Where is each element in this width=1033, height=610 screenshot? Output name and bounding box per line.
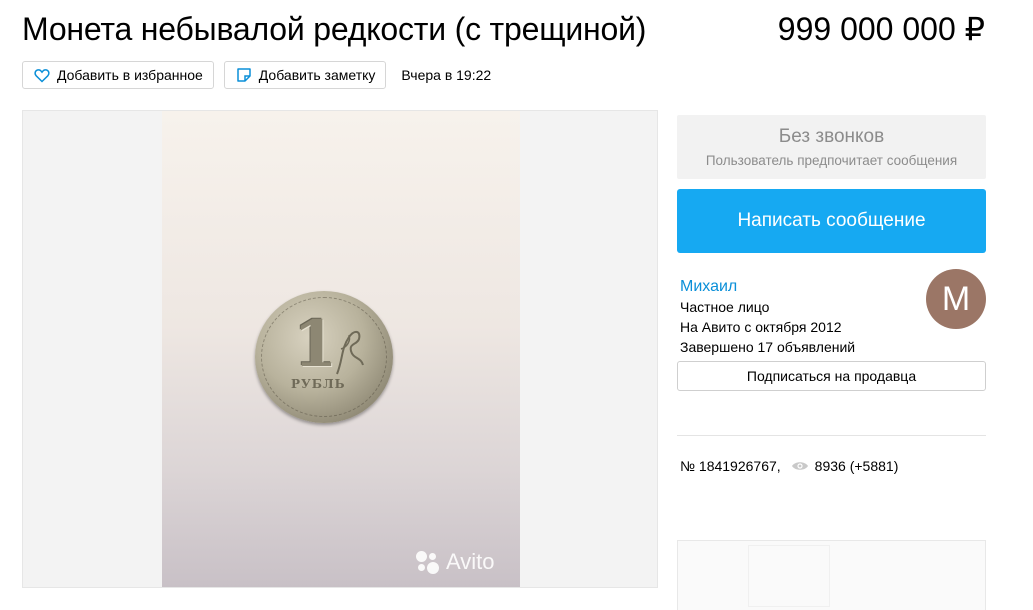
ad-banner-placeholder bbox=[748, 545, 830, 607]
add-to-favorites-label: Добавить в избранное bbox=[57, 67, 203, 83]
avito-watermark: Avito bbox=[414, 549, 495, 575]
listing-actions: Добавить в избранное Добавить заметку Вч… bbox=[22, 61, 491, 89]
coin-word: РУБЛЬ bbox=[291, 377, 346, 391]
divider bbox=[677, 435, 986, 436]
seller-completed: Завершено 17 объявлений bbox=[680, 339, 856, 355]
avatar[interactable]: M bbox=[926, 269, 986, 329]
no-calls-notice: Без звонков Пользователь предпочитает со… bbox=[677, 115, 986, 179]
listing-meta: № 1841926767, 8936 (+5881) bbox=[680, 458, 986, 474]
page-title: Монета небывалой редкости (с трещиной) bbox=[22, 11, 647, 47]
write-message-button[interactable]: Написать сообщение bbox=[677, 189, 986, 253]
add-note-button[interactable]: Добавить заметку bbox=[223, 61, 387, 89]
avito-logo-icon bbox=[414, 549, 440, 575]
avito-watermark-text: Avito bbox=[446, 549, 495, 574]
no-calls-title: Без звонков bbox=[778, 126, 885, 147]
eye-icon bbox=[791, 460, 809, 472]
add-to-favorites-button[interactable]: Добавить в избранное bbox=[22, 61, 214, 89]
posted-date: Вчера в 19:22 bbox=[401, 67, 492, 83]
price: 999 000 000 ₽ bbox=[777, 11, 985, 47]
no-calls-subtitle: Пользователь предпочитает сообщения bbox=[705, 153, 958, 168]
seller-card: Михаил Частное лицо На Авито с октября 2… bbox=[677, 269, 986, 367]
coin-leaf-ornament bbox=[336, 331, 364, 375]
listing-photo[interactable]: 1 РУБЛЬ Avito bbox=[162, 111, 520, 587]
view-count: 8936 (+5881) bbox=[814, 458, 899, 474]
add-note-label: Добавить заметку bbox=[258, 67, 376, 83]
contact-panel: Без звонков Пользователь предпочитает со… bbox=[677, 115, 986, 474]
photo-gallery[interactable]: 1 РУБЛЬ Avito bbox=[22, 110, 658, 588]
coin-image: 1 РУБЛЬ bbox=[255, 291, 393, 423]
heart-icon bbox=[33, 66, 51, 84]
note-icon bbox=[235, 66, 253, 84]
ad-number: № 1841926767, bbox=[680, 458, 781, 474]
